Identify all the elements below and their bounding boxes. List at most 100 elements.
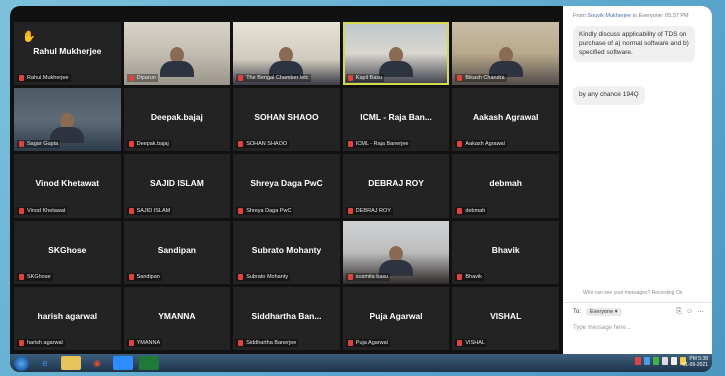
participant-tile[interactable]: Siddhartha Ban... Siddhartha Banerjee [233,286,340,350]
participant-name: Sandipan [157,244,197,255]
system-tray [635,357,686,365]
participant-label: Aakash Agrawal [455,140,507,149]
mic-muted-icon [19,207,24,214]
mic-muted-icon [128,340,134,346]
participant-label: debmah [455,206,488,215]
participant-label: SAJID ISLAM [126,206,173,215]
participant-name: Puja Agarwal [369,310,423,321]
clock[interactable]: PM 5:38 01-09-2021 [682,356,708,368]
mic-muted-icon [347,207,353,214]
participant-label: SOHAN SHAOO [236,140,290,149]
file-icon[interactable]: ⎘ [676,308,682,316]
participant-tile[interactable]: SAJID ISLAM SAJID ISLAM [123,154,231,218]
participant-label: Kapil Basu [345,74,385,83]
mic-muted-icon [238,141,244,148]
video-gallery: ✋ Rahul Mukherjee Rahul Mukherjee Diparun Th… [14,22,559,350]
participant-label: The Bengal Chamber letc [236,74,311,83]
participant-label: ICML - Raja Banerjee [345,140,411,149]
participant-tile[interactable]: harish agarwal harish agarwal [14,286,121,350]
participant-tile[interactable]: susmita basu [342,220,450,284]
folder-icon[interactable] [61,356,81,370]
participant-name: SOHAN SHAOO [254,112,319,123]
zoom-icon[interactable] [113,356,133,370]
chrome-icon[interactable]: ◉ [87,356,107,370]
participant-tile[interactable]: Vinod Khetawat Vinod Khetawat [14,154,121,218]
participant-tile[interactable]: YMANNA YMANNA [123,286,231,350]
more-icon[interactable]: ⋯ [697,308,704,316]
participant-tile[interactable]: ICML - Raja Ban... ICML - Raja Banerjee [342,88,450,152]
participant-tile[interactable]: Aakash Agrawal Aakash Agrawal [452,88,559,152]
screen: ✋ Rahul Mukherjee Rahul Mukherjee Diparun Th… [10,6,712,372]
network-icon[interactable] [662,357,668,365]
participant-name: Siddhartha Ban... [251,310,322,321]
tray-icon[interactable] [635,357,641,365]
emoji-icon[interactable]: ☺ [686,308,693,316]
excel-icon[interactable] [139,356,159,370]
tray-icon[interactable] [653,357,659,365]
participant-name: SAJID ISLAM [149,178,204,189]
participant-label: Subrato Mohanty [236,272,291,281]
mic-muted-icon [19,340,24,346]
participant-tile[interactable]: SOHAN SHAOO SOHAN SHAOO [233,88,340,152]
mic-muted-icon [238,273,244,280]
chat-message-header: From Souvik Mukherjee to Everyone: 05:37… [573,13,689,19]
participant-tile[interactable]: Bikash Chandra [452,22,559,86]
participant-name: YMANNA [158,310,196,321]
participant-label: Bhavik [455,272,484,281]
participant-name: Deepak.bajaj [150,112,203,123]
participant-tile[interactable]: SKGhose SKGhose [14,220,121,284]
mic-muted-icon [128,75,134,82]
participant-label: Shreya Daga PwC [236,206,294,215]
participant-label: YMANNA [126,339,163,347]
ie-icon[interactable]: e [35,356,55,370]
participant-tile[interactable]: The Bengal Chamber letc [233,22,340,86]
participant-label: Rahul Mukherjee [17,74,71,83]
mic-muted-icon [128,207,134,214]
participant-tile[interactable]: ✋ Rahul Mukherjee Rahul Mukherjee [14,22,121,86]
participant-label: Deepak.bajaj [126,140,171,149]
mic-muted-icon [457,273,463,280]
participant-tile[interactable]: Diparun [123,22,231,86]
participant-tile[interactable]: Subrato Mohanty Subrato Mohanty [233,220,340,284]
mic-muted-icon [347,273,353,280]
participant-tile[interactable]: Sandipan Sandipan [123,220,231,284]
participant-label: DEBRAJ ROY [345,206,393,215]
chat-message: Kindly discuss applicability of TDS on p… [573,26,695,63]
participant-name: VISHAL [490,310,522,321]
participant-tile[interactable]: Puja Agarwal Puja Agarwal [342,286,450,350]
chat-input[interactable]: Type message here... [573,325,631,331]
participant-label: VISHAL [455,339,487,347]
participant-tile[interactable]: VISHAL VISHAL [452,286,559,350]
chat-panel: From Souvik Mukherjee to Everyone: 05:37… [563,6,712,354]
participant-tile[interactable]: debmah debmah [452,154,559,218]
participant-tile[interactable]: Sagar Gupta [14,88,121,152]
participant-video [159,47,194,78]
participant-name: Vinod Khetawat [35,178,100,189]
participant-video [269,47,304,78]
participant-tile[interactable]: Deepak.bajaj Deepak.bajaj [123,88,231,152]
divider [563,302,712,303]
mic-muted-icon [19,273,24,280]
participant-tile[interactable]: Bhavik Bhavik [452,220,559,284]
participant-label: harish agarwal [17,339,65,347]
recipient-dropdown[interactable]: Everyone ▾ [586,308,622,316]
start-button[interactable] [14,355,29,371]
visibility-note[interactable]: Who can see your messages? Recording On [583,290,683,296]
participant-label: Vinod Khetawat [17,206,68,215]
participant-label: Siddhartha Banerjee [236,339,299,347]
participant-name: SKGhose [48,244,87,255]
volume-icon[interactable] [671,357,677,365]
participant-name: harish agarwal [37,310,98,321]
taskbar: e ◉ PM 5:38 01-09-2021 [10,354,712,372]
mic-muted-icon [19,75,24,82]
tray-icon[interactable] [644,357,650,365]
participant-name: Shreya Daga PwC [250,178,323,189]
participant-name: Bhavik [491,244,520,255]
mic-muted-icon [347,141,353,148]
participant-video [379,47,414,78]
participant-tile[interactable]: DEBRAJ ROY DEBRAJ ROY [342,154,450,218]
mic-muted-icon [457,340,463,346]
participant-tile[interactable]: Shreya Daga PwC Shreya Daga PwC [233,154,340,218]
participant-tile[interactable]: Kapil Basu [342,22,450,86]
mic-muted-icon [238,340,244,346]
